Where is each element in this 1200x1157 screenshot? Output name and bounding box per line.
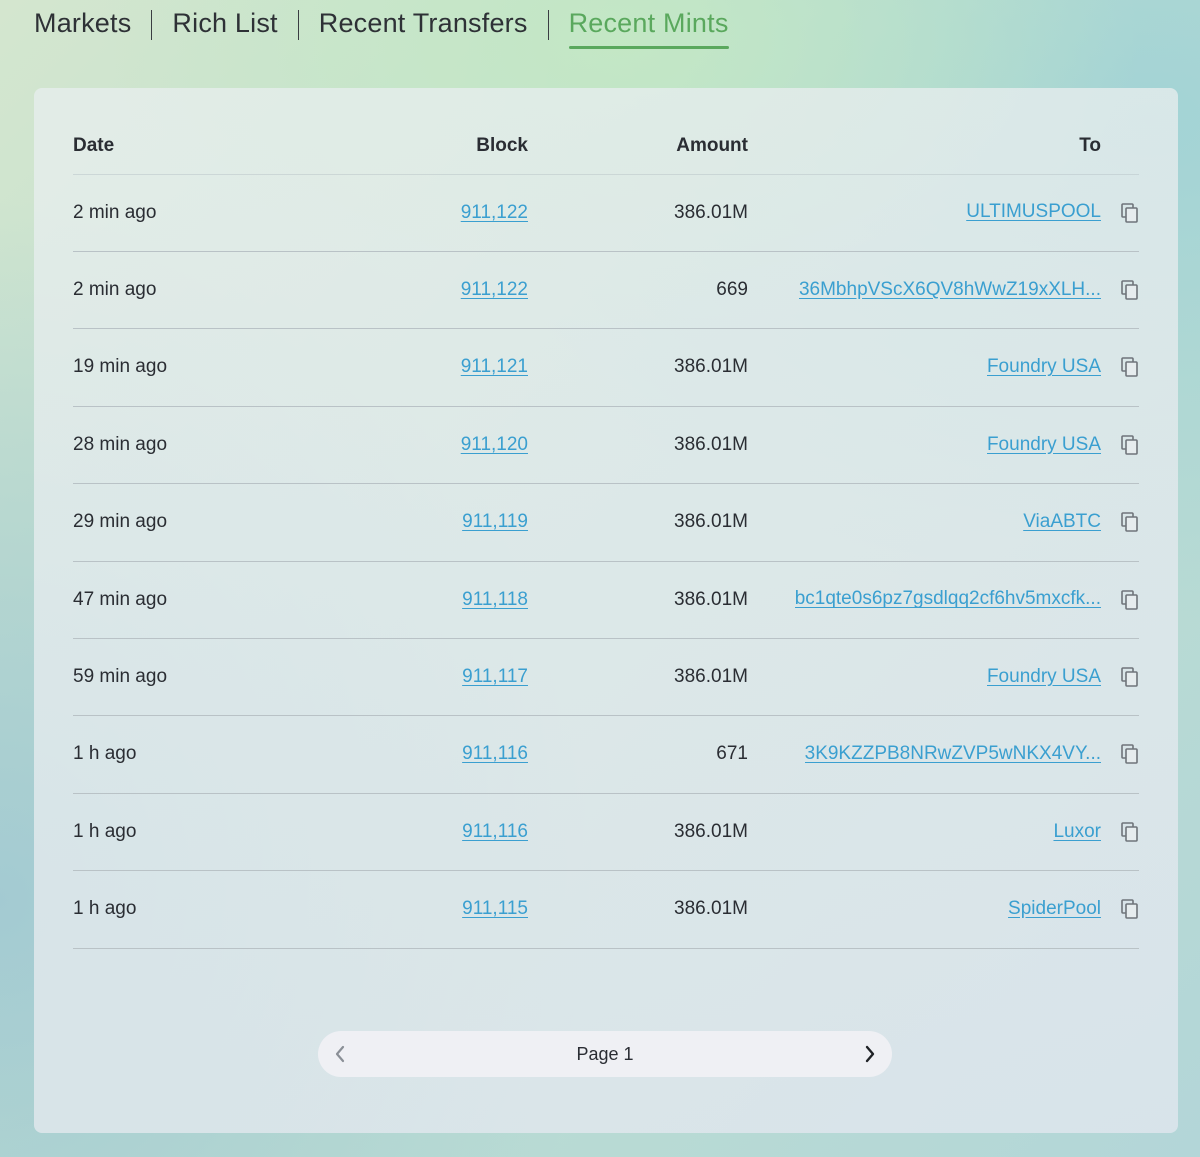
table-row: 29 min ago 911,119 386.01M ViaABTC [73, 484, 1139, 562]
block-link[interactable]: 911,122 [461, 279, 528, 300]
tab-divider [151, 10, 153, 40]
block-link[interactable]: 911,121 [461, 356, 528, 377]
table-row: 1 h ago 911,115 386.01M SpiderPool [73, 871, 1139, 949]
copy-icon[interactable] [1121, 589, 1139, 610]
pagination: Page 1 [318, 1031, 892, 1077]
recipient-link[interactable]: bc1qte0s6pz7gsdlqq2cf6hv5mxcfk... [795, 588, 1101, 610]
row-date: 1 h ago [73, 743, 137, 765]
table-row: 1 h ago 911,116 386.01M Luxor [73, 793, 1139, 872]
row-date: 19 min ago [73, 356, 168, 378]
table-row: 1 h ago 911,116 671 3K9KZZPB8NRwZVP5wNKX4VY… [73, 716, 1139, 794]
block-link[interactable]: 911,116 [462, 821, 528, 842]
page-indicator: Page 1 [576, 1043, 634, 1064]
row-amount: 386.01M [674, 665, 748, 687]
copy-icon[interactable] [1121, 357, 1139, 378]
table-row: 2 min ago 911,122 386.01M ULTIMUSPOOL [73, 174, 1139, 252]
tab-divider [547, 10, 549, 40]
row-date: 47 min ago [73, 588, 168, 610]
row-amount: 386.01M [674, 201, 748, 223]
table-row: 59 min ago 911,117 386.01M Foundry USA [73, 638, 1139, 717]
row-date: 1 h ago [73, 820, 137, 842]
row-amount: 386.01M [674, 433, 748, 455]
row-date: 1 h ago [73, 898, 137, 920]
row-date: 2 min ago [73, 201, 157, 223]
tab-recent-mints[interactable]: Recent Mints [568, 0, 729, 49]
copy-icon[interactable] [1121, 899, 1139, 919]
block-link[interactable]: 911,120 [461, 434, 528, 455]
copy-icon[interactable] [1121, 434, 1139, 455]
block-link[interactable]: 911,122 [461, 202, 528, 223]
recipient-link[interactable]: Luxor [1053, 821, 1101, 843]
table-row: 47 min ago 911,118 386.01M bc1qte0s6pz7gsdl… [73, 561, 1139, 639]
row-amount: 669 [716, 278, 748, 300]
table-row: 2 min ago 911,122 669 36MbhpVScX6QV8hWwZ19x… [73, 251, 1139, 330]
row-amount: 386.01M [674, 356, 748, 378]
tab-recent-transfers[interactable]: Recent Transfers [319, 0, 528, 44]
row-date: 28 min ago [73, 433, 168, 455]
recipient-link[interactable]: 36MbhpVScX6QV8hWwZ19xXLH... [799, 279, 1101, 301]
block-link[interactable]: 911,117 [462, 666, 528, 687]
header-date: Date [73, 135, 115, 156]
recipient-link[interactable]: SpiderPool [1008, 898, 1101, 920]
recipient-link[interactable]: 3K9KZZPB8NRwZVP5wNKX4VY... [805, 743, 1101, 765]
copy-icon[interactable] [1121, 280, 1139, 300]
row-amount: 386.01M [674, 898, 748, 920]
tab-markets[interactable]: Markets [34, 0, 131, 44]
row-amount: 386.01M [674, 511, 748, 533]
header-to: To [1079, 135, 1101, 156]
block-link[interactable]: 911,116 [462, 743, 528, 764]
chevron-right-icon[interactable] [862, 1044, 878, 1064]
recipient-link[interactable]: ULTIMUSPOOL [966, 201, 1101, 223]
header-amount: Amount [676, 135, 748, 156]
tab-bar: Markets Rich List Recent Transfers Recen… [34, 0, 729, 52]
block-link[interactable]: 911,119 [462, 511, 528, 532]
table-row: 19 min ago 911,121 386.01M Foundry USA [73, 329, 1139, 407]
copy-icon[interactable] [1121, 512, 1139, 532]
recipient-link[interactable]: Foundry USA [987, 666, 1101, 688]
header-block: Block [476, 135, 528, 156]
row-date: 59 min ago [73, 665, 168, 687]
row-amount: 386.01M [674, 588, 748, 610]
recipient-link[interactable]: ViaABTC [1023, 511, 1101, 533]
row-date: 29 min ago [73, 511, 168, 533]
chevron-left-icon[interactable] [332, 1044, 348, 1064]
block-link[interactable]: 911,118 [462, 589, 528, 610]
recipient-link[interactable]: Foundry USA [987, 434, 1101, 456]
block-link[interactable]: 911,115 [462, 898, 528, 919]
mints-table-card: Date Block Amount To 2 min ago 911,122 386… [34, 88, 1178, 1133]
tab-rich-list[interactable]: Rich List [172, 0, 277, 44]
copy-icon[interactable] [1121, 667, 1139, 687]
table-header: Date Block Amount To [73, 118, 1139, 175]
copy-icon[interactable] [1121, 821, 1139, 842]
tab-divider [297, 10, 299, 40]
copy-icon[interactable] [1121, 744, 1139, 765]
table-row: 28 min ago 911,120 386.01M Foundry USA [73, 406, 1139, 485]
row-date: 2 min ago [73, 278, 157, 300]
row-amount: 671 [716, 743, 748, 765]
row-amount: 386.01M [674, 820, 748, 842]
recipient-link[interactable]: Foundry USA [987, 356, 1101, 378]
copy-icon[interactable] [1121, 202, 1139, 223]
